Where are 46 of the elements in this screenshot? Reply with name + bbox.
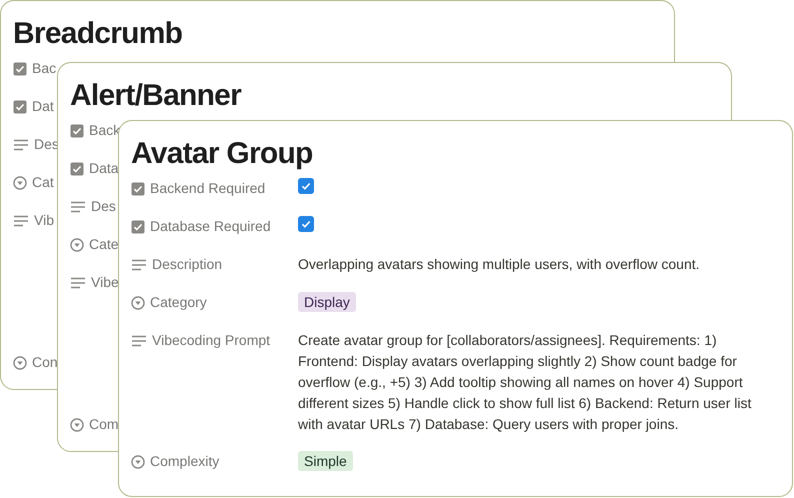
checkbox[interactable] — [298, 216, 314, 232]
text-lines-icon — [131, 334, 147, 346]
dropdown-circle-icon — [13, 356, 27, 370]
property-label: Bac — [32, 59, 56, 78]
checkbox-property-icon — [131, 182, 145, 196]
property-label: Cate — [89, 235, 119, 254]
property-label: Com — [89, 415, 119, 434]
property-label: Vibecoding Prompt — [152, 331, 270, 350]
dropdown-circle-icon — [131, 296, 145, 310]
checkmark-icon — [300, 180, 312, 192]
text-lines-icon — [70, 200, 86, 212]
text-lines-icon — [70, 276, 86, 288]
property-label: Data — [89, 159, 119, 178]
checkbox-property-icon — [131, 220, 145, 234]
property-label: Con — [32, 353, 58, 372]
text-lines-icon — [13, 214, 29, 226]
property-label: Category — [150, 293, 207, 312]
checkbox[interactable] — [298, 178, 314, 194]
property-label: Backend Required — [150, 179, 266, 198]
property-label: Dat — [32, 97, 54, 116]
property-label: Database Required — [150, 217, 271, 236]
card-title: Avatar Group — [131, 136, 314, 172]
property-label: Back — [89, 121, 120, 140]
dropdown-circle-icon — [70, 238, 84, 252]
property-label: Complexity — [150, 452, 220, 471]
text-lines-icon — [13, 138, 29, 150]
property-value: Create avatar group for [collaborators/assignees]. Requirements: 1) Frontend: Display avatars overlapping slightly 2) Show count badge for overflow (e.g., +5) 3) Add tooltip showing all names on hover 4) Support different sizes 5) Handle click to show full list 6) Backend: Return user list with avatar URLs 7) Database: Query users with proper joins. — [298, 331, 752, 434]
checkbox-property-icon — [70, 162, 84, 176]
property-label: Description — [152, 255, 222, 274]
checkmark-icon — [300, 218, 312, 230]
category-tag: Display — [298, 292, 356, 312]
property-label: Cat — [32, 173, 54, 192]
text-lines-icon — [131, 258, 147, 270]
property-label: Vib — [34, 211, 54, 230]
property-value: Overlapping avatars showing multiple users, with overflow count. — [298, 255, 700, 274]
checkbox-property-icon — [13, 100, 27, 114]
card-title: Alert/Banner — [70, 78, 242, 114]
checkbox-property-icon — [13, 62, 27, 76]
checkbox-property-icon — [70, 124, 84, 138]
dropdown-circle-icon — [70, 418, 84, 432]
dropdown-circle-icon — [131, 454, 145, 468]
category-tag: Simple — [298, 451, 353, 471]
dropdown-circle-icon — [13, 176, 27, 190]
card-title: Breadcrumb — [13, 16, 184, 52]
property-label: Des — [91, 197, 116, 216]
property-label: Vibe — [91, 273, 119, 292]
